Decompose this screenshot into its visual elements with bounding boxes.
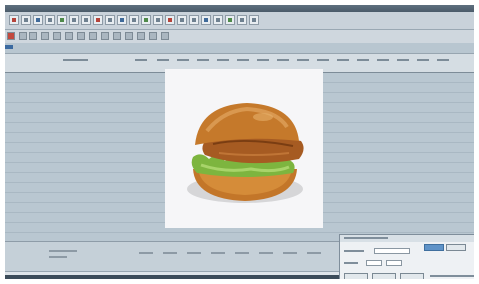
column-header-15[interactable] <box>397 59 409 61</box>
toolbar-button-18[interactable] <box>213 15 223 25</box>
toolbar-button-3[interactable] <box>33 15 43 25</box>
column-header-13[interactable] <box>357 59 369 61</box>
toolbar2-button-4[interactable] <box>41 32 49 40</box>
column-header-4[interactable] <box>177 59 189 61</box>
toolbar-button-2[interactable] <box>21 15 31 25</box>
column-header-6[interactable] <box>217 59 229 61</box>
toolbar2-button-1[interactable] <box>7 32 15 40</box>
toolbar-button-15[interactable] <box>177 15 187 25</box>
toolbar-button-1[interactable] <box>9 15 19 25</box>
dialog-ok-button[interactable] <box>424 244 444 251</box>
dialog-title-bar <box>340 235 474 242</box>
toolbar2-button-9[interactable] <box>101 32 109 40</box>
column-header-16[interactable] <box>417 59 429 61</box>
main-toolbar <box>5 12 474 30</box>
toolbar2-button-10[interactable] <box>113 32 121 40</box>
column-header-2[interactable] <box>135 59 147 61</box>
column-header-17[interactable] <box>437 59 449 61</box>
toolbar-button-6[interactable] <box>69 15 79 25</box>
toolbar-button-5[interactable] <box>57 15 67 25</box>
toolbar2-button-2[interactable] <box>19 32 27 40</box>
bottom-value-3 <box>187 252 201 254</box>
bottom-label-2 <box>49 256 67 258</box>
toolbar-button-20[interactable] <box>237 15 247 25</box>
bottom-label-1 <box>49 250 77 252</box>
bottom-value-5 <box>235 252 249 254</box>
dialog-checkbox-label <box>430 275 474 277</box>
bottom-value-6 <box>259 252 273 254</box>
toolbar2-button-11[interactable] <box>125 32 133 40</box>
toolbar-button-11[interactable] <box>129 15 139 25</box>
dialog-button-2[interactable] <box>372 273 396 279</box>
column-header-8[interactable] <box>257 59 269 61</box>
toolbar-button-13[interactable] <box>153 15 163 25</box>
toolbar2-button-3[interactable] <box>29 32 37 40</box>
column-header-14[interactable] <box>377 59 389 61</box>
column-header-11[interactable] <box>317 59 329 61</box>
toolbar2-button-13[interactable] <box>149 32 157 40</box>
bottom-value-4 <box>211 252 225 254</box>
column-header-7[interactable] <box>237 59 249 61</box>
desktop-screen <box>5 5 474 279</box>
dialog-label-2 <box>344 262 358 264</box>
toolbar-button-12[interactable] <box>141 15 151 25</box>
dialog-title <box>344 237 388 239</box>
toolbar-button-21[interactable] <box>249 15 259 25</box>
bottom-value-1 <box>139 252 153 254</box>
column-header-9[interactable] <box>277 59 289 61</box>
bottom-value-7 <box>283 252 297 254</box>
dialog-label-1 <box>344 250 364 252</box>
toolbar2-button-8[interactable] <box>89 32 97 40</box>
toolbar-button-7[interactable] <box>81 15 91 25</box>
column-header-12[interactable] <box>337 59 349 61</box>
dialog-input-1[interactable] <box>374 248 410 254</box>
dialog-input-2[interactable] <box>366 260 382 266</box>
toolbar-button-19[interactable] <box>225 15 235 25</box>
toolbar-button-9[interactable] <box>105 15 115 25</box>
column-header-1[interactable] <box>63 59 88 61</box>
secondary-toolbar <box>5 30 474 43</box>
selection-marker <box>5 45 13 49</box>
bottom-value-8 <box>307 252 321 254</box>
bottom-value-2 <box>163 252 177 254</box>
input-dialog <box>339 234 474 279</box>
hamburger-image <box>187 103 304 203</box>
toolbar-button-14[interactable] <box>165 15 175 25</box>
column-header-5[interactable] <box>197 59 209 61</box>
photo-viewer[interactable] <box>165 69 323 228</box>
toolbar-button-17[interactable] <box>201 15 211 25</box>
column-header-10[interactable] <box>297 59 309 61</box>
title-bar <box>5 5 474 12</box>
toolbar-button-10[interactable] <box>117 15 127 25</box>
column-header-3[interactable] <box>157 59 169 61</box>
dialog-button-3[interactable] <box>400 273 424 279</box>
toolbar2-button-6[interactable] <box>65 32 73 40</box>
toolbar-button-4[interactable] <box>45 15 55 25</box>
dialog-cancel-button[interactable] <box>446 244 466 251</box>
toolbar2-button-5[interactable] <box>53 32 61 40</box>
toolbar-button-16[interactable] <box>189 15 199 25</box>
toolbar-button-8[interactable] <box>93 15 103 25</box>
dialog-button-1[interactable] <box>344 273 368 279</box>
dialog-input-3[interactable] <box>386 260 402 266</box>
toolbar2-button-12[interactable] <box>137 32 145 40</box>
toolbar2-button-14[interactable] <box>161 32 169 40</box>
toolbar2-button-7[interactable] <box>77 32 85 40</box>
